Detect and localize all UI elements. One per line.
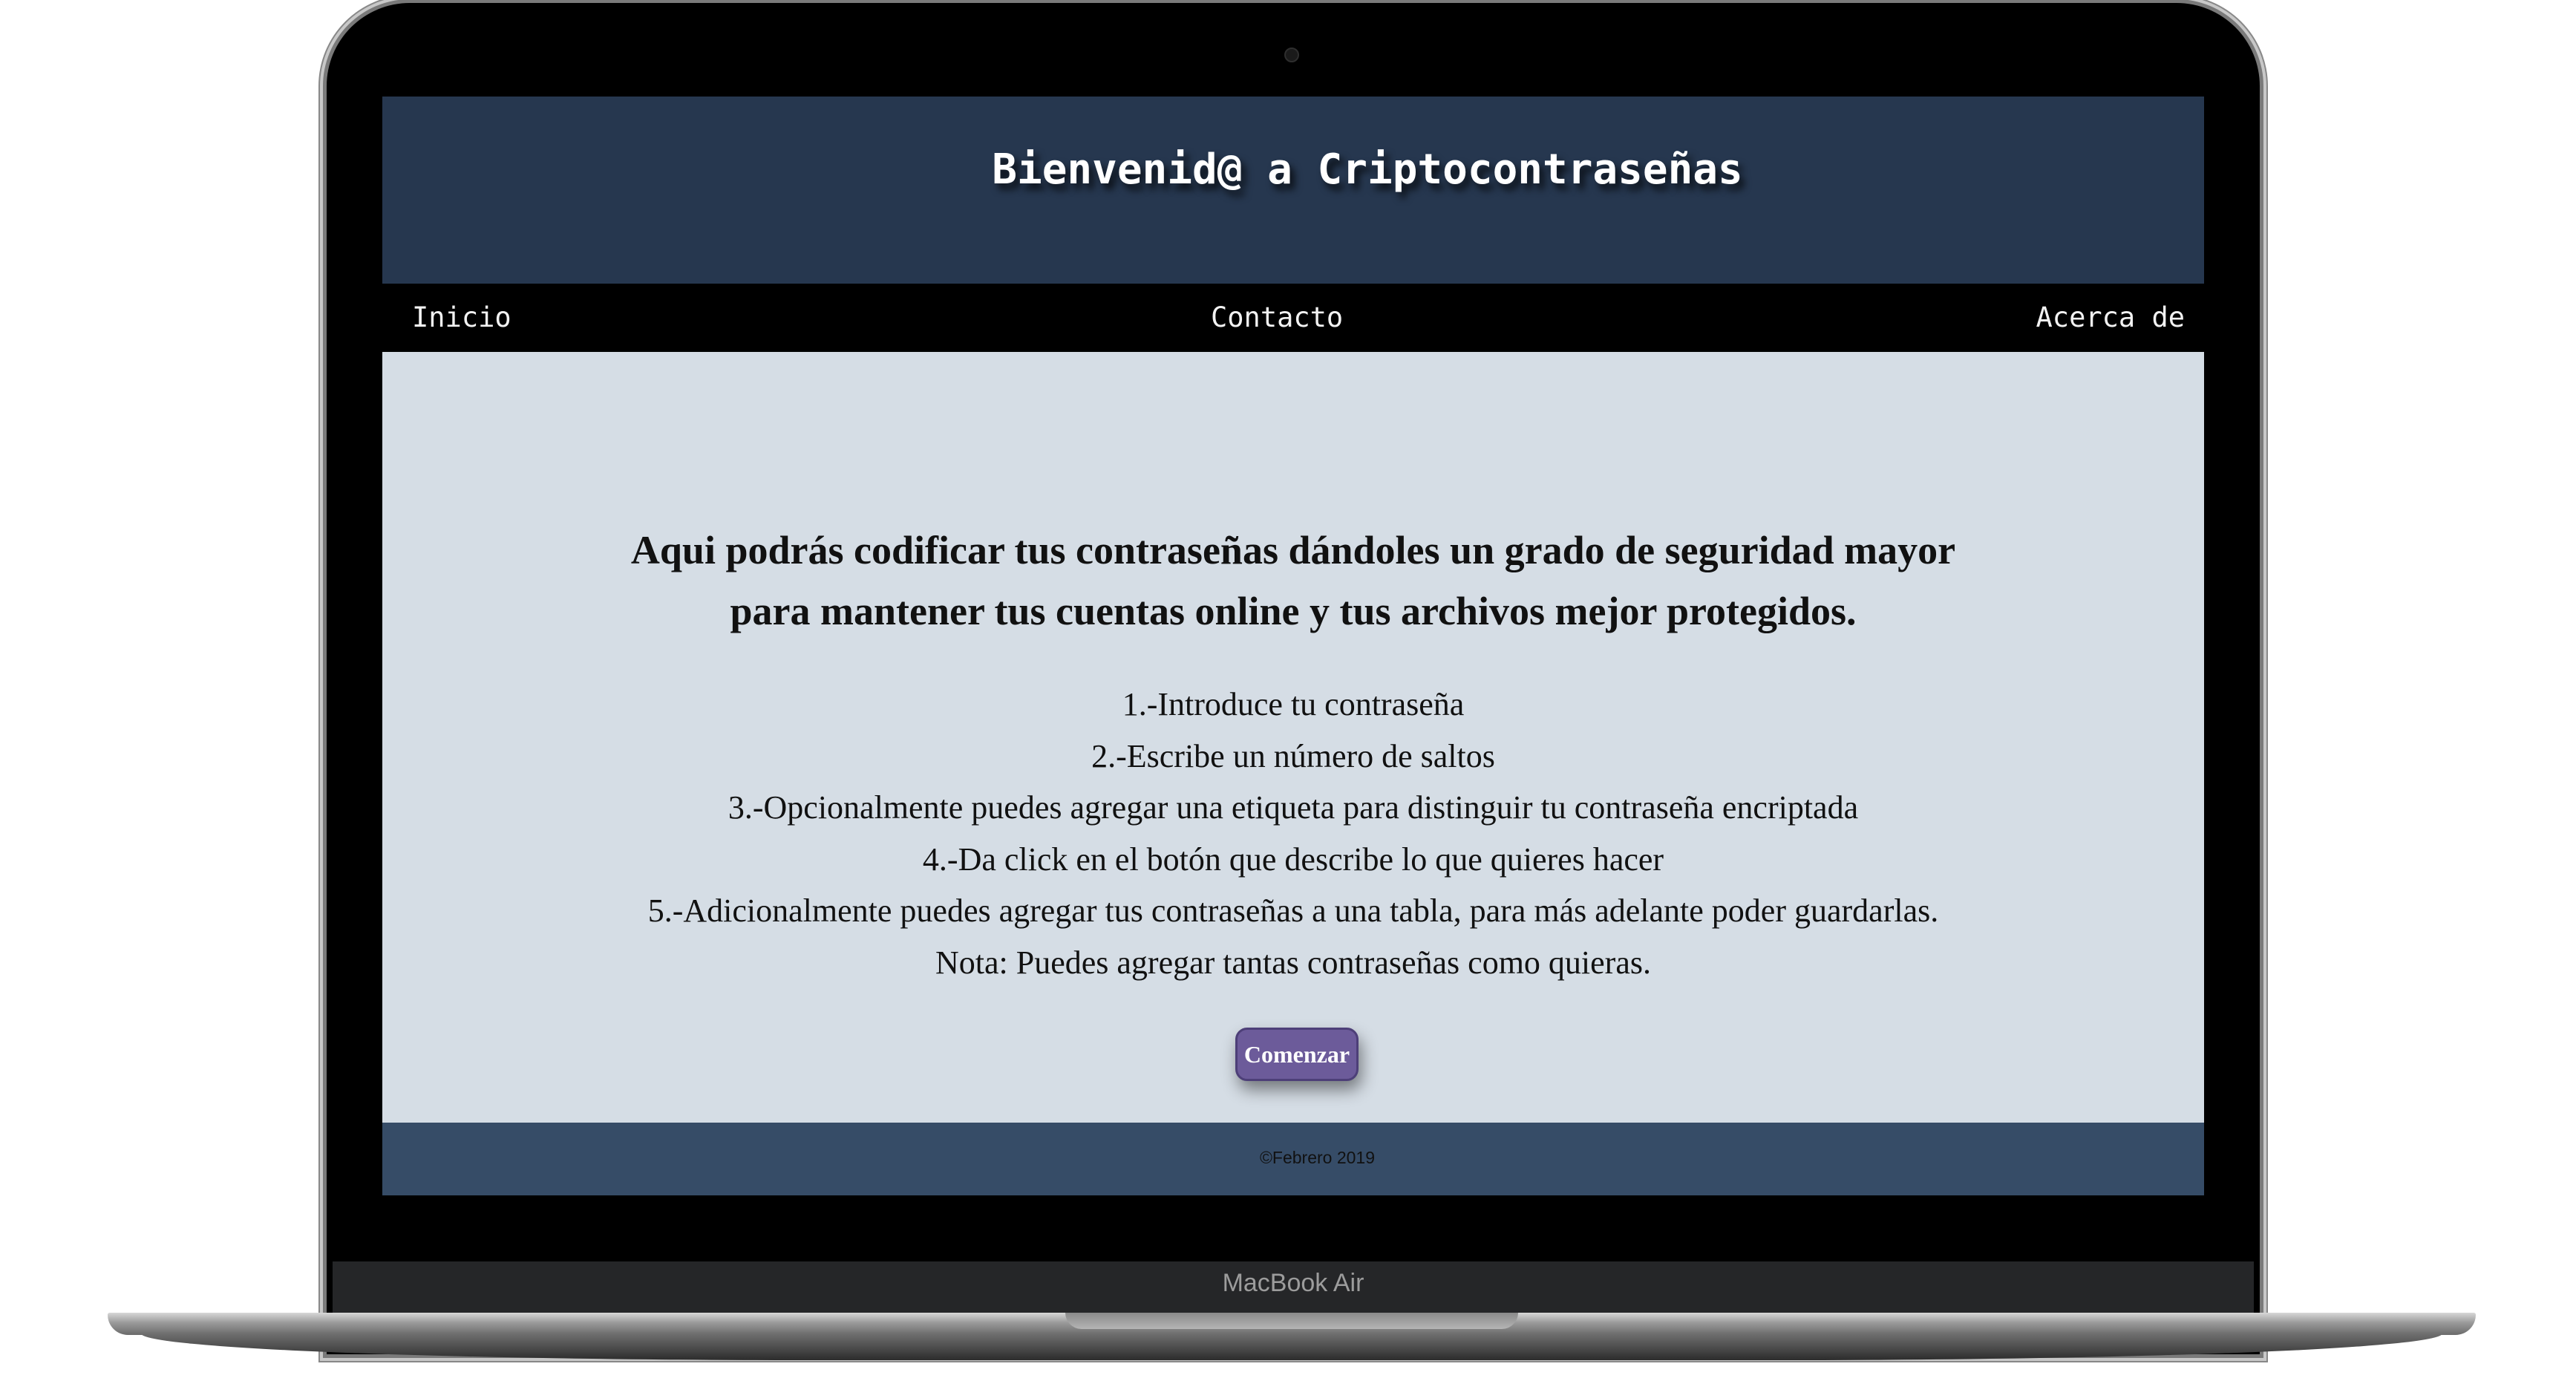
instruction-step: 3.-Opcionalmente puedes agregar una etiq… — [728, 789, 1859, 826]
copyright-text: ©Febrero 2019 — [1259, 1148, 1376, 1167]
instruction-note: Nota: Puedes agregar tantas contraseñas … — [935, 944, 1651, 981]
intro-heading: Aqui podrás codificar tus contraseñas dá… — [588, 520, 1998, 641]
instruction-step: 1.-Introduce tu contraseña — [1122, 686, 1465, 722]
instruction-step: 5.-Adicionalmente puedes agregar tus con… — [647, 892, 1939, 929]
intro-line-1: Aqui podrás codificar tus contraseñas dá… — [630, 528, 1956, 572]
instruction-step: 4.-Da click en el botón que describe lo … — [922, 840, 1664, 878]
nav-link-inicio[interactable]: Inicio — [412, 301, 511, 333]
nav-link-contacto[interactable]: Contacto — [1211, 301, 1343, 333]
start-button[interactable]: Comenzar — [1235, 1028, 1359, 1081]
main-nav: Inicio Contacto Acerca de — [382, 284, 2204, 352]
instruction-step: 2.-Escribe un número de saltos — [1091, 737, 1495, 774]
site-header: Bienvenid@ a Criptocontraseñas — [382, 97, 2204, 284]
intro-line-2: para mantener tus cuentas online y tus a… — [730, 589, 1857, 633]
instructions-list: 1.-Introduce tu contraseña 2.-Escribe un… — [382, 679, 2204, 988]
laptop-base-underside — [141, 1333, 2442, 1360]
laptop-screen: Bienvenid@ a Criptocontraseñas Inicio Co… — [382, 97, 2204, 1201]
webcam-icon — [1284, 48, 1299, 62]
page-title: Bienvenid@ a Criptocontraseñas — [992, 146, 1743, 194]
laptop-opening-notch — [1065, 1313, 1518, 1329]
site-footer: ©Febrero 2019 — [382, 1123, 2204, 1195]
main-content: Aqui podrás codificar tus contraseñas dá… — [382, 352, 2204, 1123]
nav-link-acerca-de[interactable]: Acerca de — [2036, 301, 2185, 333]
laptop-model-label: MacBook Air — [1222, 1269, 1364, 1297]
